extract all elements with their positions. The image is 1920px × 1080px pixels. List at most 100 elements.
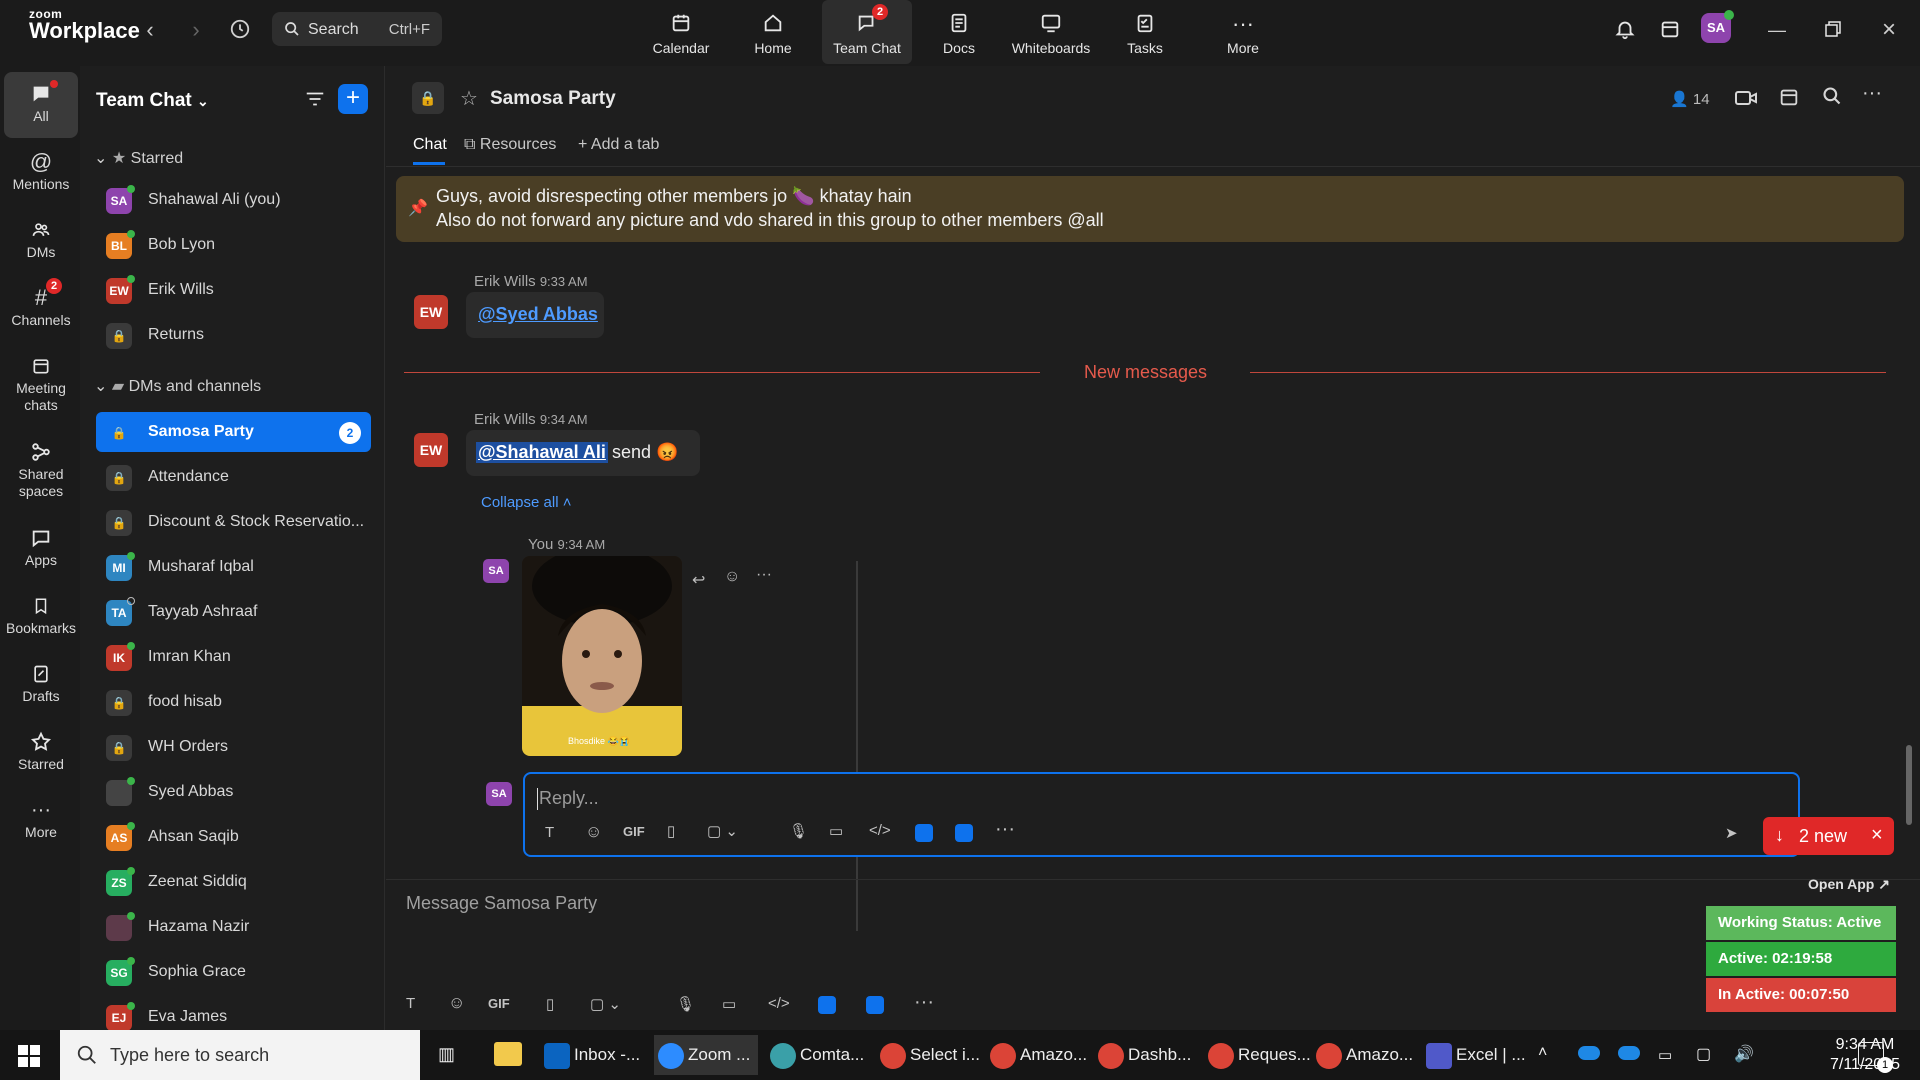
rail-starred[interactable]: Starred <box>4 728 78 772</box>
channel-title[interactable]: Samosa Party <box>490 88 616 110</box>
windows-start-icon[interactable] <box>18 1045 40 1072</box>
sidebar-item-syed[interactable]: Syed Abbas <box>96 772 371 812</box>
sidebar-item-ahsan[interactable]: AS Ahsan Saqib <box>96 817 371 857</box>
screenshot-icon[interactable]: ▢ ⌄ <box>707 822 738 840</box>
sidebar-item-wh-orders[interactable]: 🔒 WH Orders <box>96 727 371 767</box>
format-text-icon[interactable]: T <box>545 824 554 841</box>
taskbar-app-comta[interactable]: Comta... <box>770 1035 870 1075</box>
more-actions-icon[interactable]: ··· <box>756 566 772 584</box>
sidebar-item-tayyab[interactable]: TA Tayyab Ashraaf <box>96 592 371 632</box>
close-window-icon[interactable]: × <box>1877 18 1901 42</box>
shared-image[interactable]: Bhosdike 😂😭 <box>522 556 682 756</box>
sidebar-item-food-hisab[interactable]: 🔒 food hisab <box>96 682 371 722</box>
more-tools-icon[interactable]: ··· <box>995 818 1015 841</box>
sidebar-item-samosa-party[interactable]: 🔒 Samosa Party 2 <box>96 412 371 452</box>
reply-input[interactable]: Reply... T ☺ GIF ▯ ▢ ⌄ 🎙 ▭ </> ··· ➤ <box>523 772 1800 857</box>
more-options-icon[interactable]: ··· <box>1862 82 1882 105</box>
video-message-icon[interactable]: ▭ <box>722 995 736 1013</box>
task-view-icon[interactable]: ▥ <box>438 1044 455 1065</box>
app-icon-1[interactable] <box>915 824 933 842</box>
rail-dms[interactable]: DMs <box>4 216 78 260</box>
taskbar-app-chrome-5[interactable]: Amazo... <box>1316 1035 1416 1075</box>
rail-meeting-chats[interactable]: Meeting chats <box>4 352 78 414</box>
taskbar-app-chrome-1[interactable]: Select i... <box>880 1035 980 1075</box>
taskbar-app-chrome-3[interactable]: Dashb... <box>1098 1035 1198 1075</box>
collapse-all-button[interactable]: Collapse all ˄ <box>481 494 571 511</box>
back-icon[interactable]: ‹ <box>138 18 162 42</box>
search-input[interactable]: Search Ctrl+F <box>272 12 442 46</box>
rail-more[interactable]: ··· More <box>4 796 78 841</box>
pinned-message[interactable]: 📌 Guys, avoid disrespecting other member… <box>396 176 1904 242</box>
open-app-link[interactable]: Open App ↗ <box>1808 876 1890 893</box>
minimize-icon[interactable]: — <box>1765 18 1789 42</box>
sidebar-item-imran[interactable]: IK Imran Khan <box>96 637 371 677</box>
file-icon[interactable]: ▯ <box>667 822 675 840</box>
sidebar-item-musharaf[interactable]: MI Musharaf Iqbal <box>96 547 371 587</box>
gif-icon[interactable]: GIF <box>623 824 645 839</box>
more-tools-icon[interactable]: ··· <box>914 991 934 1014</box>
tab-add[interactable]: + Add a tab <box>578 136 659 154</box>
send-icon[interactable]: ➤ <box>1725 824 1738 842</box>
microphone-icon[interactable]: 🎙 <box>676 995 695 1013</box>
message-bubble[interactable]: @Shahawal Ali send 😡 <box>466 430 700 476</box>
rail-drafts[interactable]: Drafts <box>4 660 78 704</box>
taskbar-app-teams[interactable]: Excel | ... <box>1426 1035 1526 1075</box>
onedrive-icon[interactable] <box>1578 1046 1600 1060</box>
restore-icon[interactable] <box>1821 18 1845 42</box>
rail-apps[interactable]: Apps <box>4 524 78 568</box>
video-icon[interactable] <box>1734 88 1758 113</box>
taskbar-search[interactable]: Type here to search <box>60 1030 420 1080</box>
video-message-icon[interactable]: ▭ <box>829 822 843 840</box>
dms-section-header[interactable]: ⌄ ▰ DMs and channels <box>94 376 261 396</box>
taskbar-app-outlook[interactable]: Inbox -... <box>544 1035 644 1075</box>
nav-more[interactable]: ··· More <box>1198 0 1288 64</box>
close-icon[interactable]: × <box>1871 824 1883 847</box>
nav-whiteboards[interactable]: Whiteboards <box>1006 0 1096 64</box>
rail-channels[interactable]: #2 Channels <box>4 278 78 328</box>
network-icon[interactable]: ▢ <box>1696 1044 1711 1064</box>
nav-docs[interactable]: Docs <box>914 0 1004 64</box>
filter-icon[interactable] <box>304 88 326 115</box>
sidebar-title[interactable]: Team Chat ⌄ <box>96 90 209 112</box>
calendar-icon[interactable] <box>1778 86 1800 113</box>
nav-tasks[interactable]: Tasks <box>1100 0 1190 64</box>
sidebar-item-hazama[interactable]: Hazama Nazir <box>96 907 371 947</box>
sidebar-item-eva[interactable]: EJ Eva James <box>96 997 371 1030</box>
microphone-icon[interactable]: 🎙 <box>789 822 808 840</box>
rail-bookmarks[interactable]: Bookmarks <box>4 592 78 636</box>
battery-icon[interactable]: ▭ <box>1658 1046 1672 1064</box>
taskbar-app-zoom[interactable]: Zoom ... <box>654 1035 758 1075</box>
sidebar-item-returns[interactable]: 🔒 Returns <box>96 315 371 355</box>
emoji-icon[interactable]: ☺ <box>585 822 602 842</box>
sidebar-item-sophia[interactable]: SG Sophia Grace <box>96 952 371 992</box>
gif-icon[interactable]: GIF <box>488 996 510 1011</box>
profile-avatar[interactable]: SA <box>1701 10 1734 43</box>
notification-center-icon[interactable]: 1 <box>1858 1042 1893 1073</box>
sidebar-item-bob[interactable]: BL Bob Lyon <box>96 225 371 265</box>
nav-team-chat[interactable]: 2 Team Chat <box>822 0 912 64</box>
search-icon[interactable] <box>1822 86 1842 111</box>
members-button[interactable]: 👤 14 <box>1670 90 1710 108</box>
forward-icon[interactable]: › <box>184 18 208 42</box>
code-icon[interactable]: </> <box>768 995 790 1012</box>
code-icon[interactable]: </> <box>869 822 891 839</box>
mention-link[interactable]: @Syed Abbas <box>478 304 598 325</box>
star-outline-icon[interactable]: ☆ <box>460 86 478 111</box>
tab-resources[interactable]: ⧉ Resources <box>464 136 556 154</box>
rail-shared-spaces[interactable]: Shared spaces <box>4 438 78 500</box>
sidebar-item-attendance[interactable]: 🔒 Attendance <box>96 457 371 497</box>
history-icon[interactable] <box>228 18 252 42</box>
new-chat-button[interactable]: + <box>338 84 368 114</box>
volume-icon[interactable]: 🔊 <box>1734 1044 1754 1064</box>
starred-section-header[interactable]: ⌄ ★ Starred <box>94 148 183 168</box>
rail-mentions[interactable]: @ Mentions <box>4 148 78 192</box>
bell-icon[interactable] <box>1613 18 1637 42</box>
file-icon[interactable]: ▯ <box>546 995 554 1013</box>
avatar[interactable]: EW <box>414 295 448 329</box>
message-bubble[interactable]: @Syed Abbas <box>466 292 604 338</box>
new-messages-pill[interactable]: ↓ 2 new × <box>1763 817 1894 855</box>
format-text-icon[interactable]: T <box>406 995 415 1012</box>
sidebar-item-erik[interactable]: EW Erik Wills <box>96 270 371 310</box>
taskbar-app-chrome-4[interactable]: Reques... <box>1208 1035 1311 1075</box>
nav-home[interactable]: Home <box>728 0 818 64</box>
